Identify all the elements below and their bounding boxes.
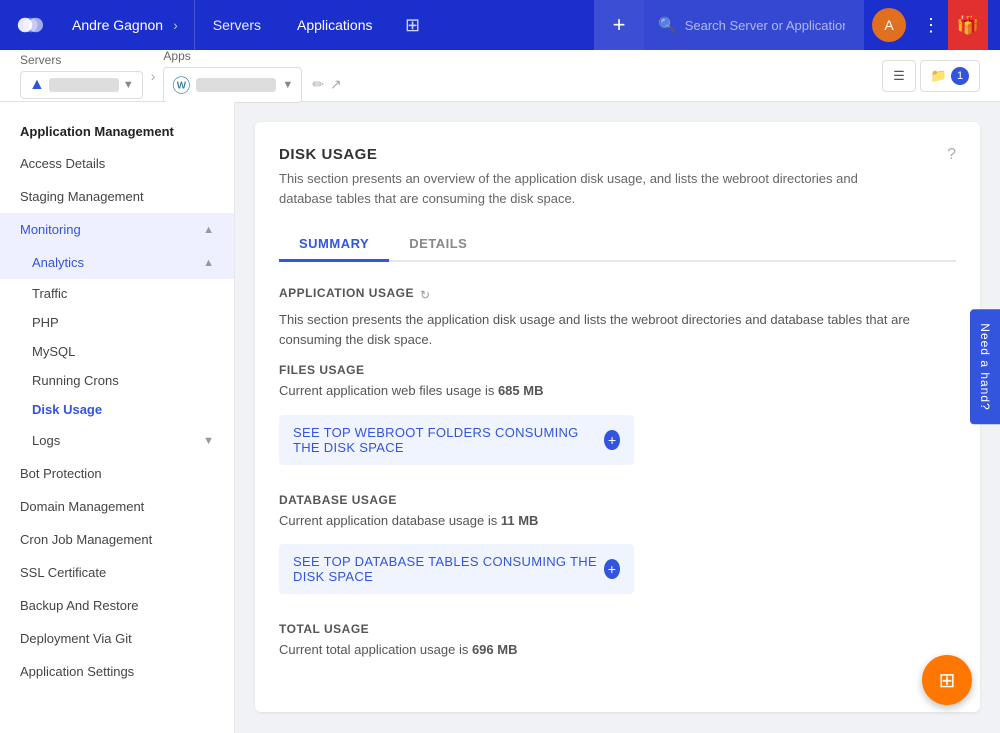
subheader: Servers ▲ ▼ › Apps ⓦ ▼ ✏ ↗ ☰	[0, 50, 1000, 102]
sidebar-sub-php[interactable]: PHP	[0, 308, 234, 337]
disk-usage-header: DISK USAGE This section presents an over…	[279, 146, 956, 208]
app-logo[interactable]	[12, 3, 56, 47]
avatar[interactable]: A	[872, 8, 906, 42]
subheader-actions: ☰ 📁 1	[882, 60, 980, 92]
analytics-label: Analytics	[32, 255, 84, 270]
edit-icon[interactable]: ✏	[312, 76, 324, 93]
gift-icon[interactable]: 🎁	[948, 0, 988, 50]
refresh-icon[interactable]: ↻	[420, 288, 430, 302]
tab-details[interactable]: DETAILS	[389, 228, 487, 262]
help-icon[interactable]: ?	[947, 146, 956, 164]
logs-label: Logs	[32, 433, 60, 448]
total-usage-desc: Current total application usage is 696 M…	[279, 640, 956, 660]
app-name	[196, 78, 276, 92]
sidebar-item-access-details[interactable]: Access Details	[0, 147, 234, 180]
apps-label: Apps	[163, 49, 341, 63]
database-tables-label: See Top Database Tables Consuming The Di…	[293, 554, 604, 584]
files-usage-value: 685 MB	[498, 383, 544, 398]
db-usage-desc: Current application database usage is 11…	[279, 511, 956, 531]
external-link-icon[interactable]: ↗	[330, 76, 342, 93]
files-usage-desc: Current application web files usage is 6…	[279, 381, 956, 401]
sidebar-sub-traffic[interactable]: Traffic	[0, 279, 234, 308]
topnav-right: + 🔍 A ⋮ 🎁	[594, 0, 988, 50]
total-usage-title: TOTAL USAGE	[279, 622, 956, 636]
search-input[interactable]	[685, 18, 845, 33]
sidebar-item-analytics[interactable]: Analytics ▲	[0, 246, 234, 279]
plus-icon: +	[604, 559, 620, 579]
folder-button[interactable]: 📁 1	[920, 60, 980, 92]
apps-selector: Apps ⓦ ▼ ✏ ↗	[163, 49, 341, 103]
sidebar: Application Management Access Details St…	[0, 102, 235, 733]
apps-grid-icon[interactable]: ⊞	[390, 0, 434, 50]
monitoring-label: Monitoring	[20, 222, 81, 237]
nav-servers[interactable]: Servers	[195, 0, 279, 50]
content-tabs: SUMMARY DETAILS	[279, 228, 956, 262]
sidebar-item-cron[interactable]: Cron Job Management	[0, 523, 234, 556]
sidebar-item-bot-protection[interactable]: Bot Protection	[0, 457, 234, 490]
see-database-tables-button[interactable]: See Top Database Tables Consuming The Di…	[279, 544, 634, 594]
sidebar-section-title: Application Management	[0, 114, 234, 147]
wordpress-icon: ⓦ	[172, 72, 190, 98]
server-select-dropdown[interactable]: ▲ ▼	[20, 71, 143, 99]
sidebar-item-logs[interactable]: Logs ▼	[0, 424, 234, 457]
disk-usage-title: DISK USAGE	[279, 146, 879, 163]
app-usage-desc: This section presents the application di…	[279, 310, 956, 349]
app-usage-section: APPLICATION USAGE ↻ This section present…	[279, 286, 956, 660]
servers-label: Servers	[20, 53, 143, 67]
breadcrumb-arrow: ›	[151, 68, 156, 84]
sidebar-sub-running-crons[interactable]: Running Crons	[0, 366, 234, 395]
content-card: DISK USAGE This section presents an over…	[255, 122, 980, 712]
plus-icon: +	[604, 430, 620, 450]
files-usage-title: FILES USAGE	[279, 363, 956, 377]
need-a-hand-button[interactable]: Need a hand?	[970, 309, 1000, 424]
chevron-down-icon: ▼	[203, 435, 214, 447]
sidebar-sub-disk-usage[interactable]: Disk Usage	[0, 395, 234, 424]
app-usage-title: APPLICATION USAGE	[279, 286, 414, 300]
total-usage-value: 696 MB	[472, 642, 518, 657]
nav-applications[interactable]: Applications	[279, 0, 391, 50]
search-icon: 🔍	[658, 16, 677, 34]
sidebar-item-deployment[interactable]: Deployment Via Git	[0, 622, 234, 655]
chevron-down-icon: ▼	[282, 79, 293, 91]
chevron-up-icon: ▲	[203, 257, 214, 269]
fab-icon: ⊞	[939, 668, 956, 693]
chevron-down-icon: ▼	[123, 79, 134, 91]
main-layout: Application Management Access Details St…	[0, 102, 1000, 733]
main-content: DISK USAGE This section presents an over…	[235, 102, 1000, 733]
database-usage-section: DATABASE USAGE Current application datab…	[279, 493, 956, 595]
add-button[interactable]: +	[594, 0, 644, 50]
more-options-icon[interactable]: ⋮	[914, 15, 948, 36]
access-details-label: Access Details	[20, 156, 105, 171]
app-select-dropdown[interactable]: ⓦ ▼	[163, 67, 302, 103]
server-icon: ▲	[29, 76, 45, 94]
see-webroot-folders-button[interactable]: See Top Webroot Folders Consuming The Di…	[279, 415, 634, 465]
top-navigation: Andre Gagnon Servers Applications ⊞ + 🔍 …	[0, 0, 1000, 50]
folder-icon: 📁	[931, 68, 947, 84]
total-usage-section: TOTAL USAGE Current total application us…	[279, 622, 956, 660]
disk-usage-description: This section presents an overview of the…	[279, 169, 879, 208]
servers-selector: Servers ▲ ▼	[20, 53, 143, 99]
user-menu[interactable]: Andre Gagnon	[56, 0, 195, 50]
db-usage-title: DATABASE USAGE	[279, 493, 956, 507]
files-usage-section: FILES USAGE Current application web file…	[279, 363, 956, 465]
staging-label: Staging Management	[20, 189, 144, 204]
folder-badge: 1	[951, 67, 969, 85]
main-navigation: Servers Applications	[195, 0, 391, 50]
sidebar-item-app-settings[interactable]: Application Settings	[0, 655, 234, 688]
sidebar-item-ssl[interactable]: SSL Certificate	[0, 556, 234, 589]
db-usage-value: 11 MB	[501, 513, 539, 528]
search-container: 🔍	[644, 0, 864, 50]
webroot-folders-label: See Top Webroot Folders Consuming The Di…	[293, 425, 604, 455]
chevron-up-icon: ▲	[203, 224, 214, 236]
server-name	[49, 78, 119, 92]
sidebar-sub-mysql[interactable]: MySQL	[0, 337, 234, 366]
list-icon: ☰	[893, 68, 905, 84]
fab-button[interactable]: ⊞	[922, 655, 972, 705]
sidebar-item-monitoring[interactable]: Monitoring ▲	[0, 213, 234, 246]
sidebar-item-staging[interactable]: Staging Management	[0, 180, 234, 213]
sidebar-item-domain[interactable]: Domain Management	[0, 490, 234, 523]
sidebar-item-backup[interactable]: Backup And Restore	[0, 589, 234, 622]
list-view-button[interactable]: ☰	[882, 60, 916, 92]
tab-summary[interactable]: SUMMARY	[279, 228, 389, 262]
